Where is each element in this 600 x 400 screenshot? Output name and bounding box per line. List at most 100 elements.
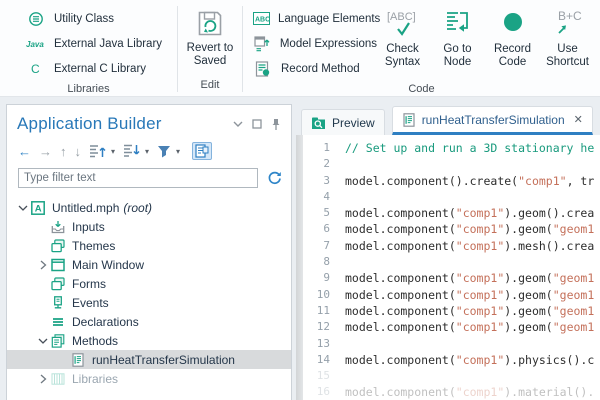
button-label: Check Syntax <box>379 43 426 69</box>
external-java-library-button[interactable]: Java External Java Library <box>0 31 177 56</box>
line-number: 14 <box>303 352 330 368</box>
code-line[interactable]: 5model.component("comp1").geom().crea <box>296 205 600 221</box>
filter-funnel-icon[interactable] <box>157 145 171 158</box>
tree-item-themes[interactable]: Themes <box>7 236 291 255</box>
code-line[interactable]: 12model.component("comp1").geom("geom1 <box>296 319 600 335</box>
code-token-string: "geom1 <box>553 288 595 302</box>
panel-menu-chevron-icon[interactable] <box>233 120 243 128</box>
line-number: 12 <box>303 319 330 335</box>
button-label: Model Expressions <box>280 38 377 50</box>
float-window-icon[interactable] <box>252 119 262 129</box>
tree-item-main-window[interactable]: Main Window <box>7 255 291 274</box>
use-shortcut-button[interactable]: B+C Use Shortcut <box>542 0 593 81</box>
code-token-code: model.component( <box>345 271 456 285</box>
line-text: model.component("comp1").material(). <box>345 384 594 400</box>
tree-item-label: Inputs <box>72 220 105 234</box>
tree-item-runheattransfersimulation[interactable]: runHeatTransferSimulation <box>7 350 291 369</box>
application-builder-panel: Application Builder ← → ↑ ↓ ▾ ▾ ▾ AUntit… <box>6 104 292 400</box>
themes-icon <box>51 239 66 253</box>
libraries-icon <box>51 372 66 386</box>
code-line[interactable]: 2 <box>296 156 600 172</box>
line-text: model.component("comp1").physics().c <box>345 352 594 368</box>
tree-item-label: Forms <box>72 277 106 291</box>
tree-item-untitled-mph[interactable]: AUntitled.mph(root) <box>7 198 291 217</box>
code-token-code: model.component( <box>345 320 456 334</box>
tree-item-forms[interactable]: Forms <box>7 274 291 293</box>
pin-icon[interactable] <box>271 118 281 131</box>
code-line[interactable]: 4 <box>296 189 600 205</box>
back-arrow-icon[interactable]: ← <box>18 145 31 158</box>
go-to-node-button[interactable]: Go to Node <box>432 0 483 81</box>
chevron-right-icon[interactable] <box>35 260 51 270</box>
code-token-string: "comp1" <box>456 353 504 367</box>
record-code-button[interactable]: Record Code <box>487 0 538 81</box>
code-line[interactable]: 11model.component("comp1").geom("geom1 <box>296 303 600 319</box>
code-token-string: "geom1 <box>553 271 595 285</box>
move-up-arrow-icon[interactable]: ↑ <box>60 145 67 158</box>
code-token-code: model.component( <box>345 222 456 236</box>
external-c-library-button[interactable]: C External C Library <box>0 56 177 81</box>
tab-preview[interactable]: Preview <box>301 109 385 135</box>
code-line[interactable]: 9model.component("comp1").geom("geom1 <box>296 270 600 286</box>
move-down-arrow-icon[interactable]: ↓ <box>75 145 82 158</box>
utility-class-icon <box>26 11 46 27</box>
line-number: 4 <box>303 189 330 205</box>
code-line[interactable]: 16 model.component("comp1").material(). <box>296 384 600 400</box>
code-line[interactable]: 1// Set up and run a 3D stationary he <box>296 140 600 156</box>
code-line[interactable]: 10model.component("comp1").geom("geom1 <box>296 287 600 303</box>
line-number: 6 <box>303 221 330 237</box>
chevron-right-icon[interactable] <box>35 374 51 384</box>
code-line[interactable]: 14 model.component("comp1").physics().c <box>296 352 600 368</box>
code-line[interactable]: 15 <box>296 368 600 384</box>
code-line[interactable]: 13 <box>296 336 600 352</box>
code-token-code: model.component().create( <box>345 174 518 188</box>
line-number: 10 <box>303 287 330 303</box>
tree-item-inputs[interactable]: Inputs <box>7 217 291 236</box>
dropdown-caret-icon[interactable]: ▾ <box>176 147 180 156</box>
record-method-button[interactable]: Record Method <box>243 56 377 81</box>
tab-runheattransfersimulation[interactable]: runHeatTransferSimulation✕ <box>392 106 593 135</box>
show-all-toggle-button[interactable] <box>192 142 212 160</box>
code-token-code: model.component( <box>345 385 456 399</box>
code-token-code: model.component( <box>345 353 456 367</box>
tree-item-libraries[interactable]: Libraries <box>7 369 291 388</box>
tree-item-methods[interactable]: Methods <box>7 331 291 350</box>
tree-item-declarations[interactable]: Declarations <box>7 312 291 331</box>
go-to-node-icon <box>443 5 473 41</box>
tree-item-label: Events <box>72 296 109 310</box>
code-line[interactable]: 6 model.component("comp1").geom("geom1 <box>296 221 600 237</box>
line-text: model.component().create("comp1", tr <box>345 173 594 189</box>
section-label-edit: Edit <box>201 77 220 96</box>
model-expressions-button[interactable]: Model Expressions <box>243 31 377 56</box>
revert-to-saved-button[interactable]: Revert to Saved <box>181 0 239 68</box>
code-line[interactable]: 3 model.component().create("comp1", tr <box>296 173 600 189</box>
record-method-icon <box>253 61 273 77</box>
refresh-icon[interactable] <box>267 171 282 185</box>
filter-input[interactable] <box>18 168 258 188</box>
line-number: 9 <box>303 270 330 286</box>
line-number: 16 <box>303 384 330 400</box>
chevron-down-icon[interactable] <box>15 204 31 212</box>
code-token-code: ).geom( <box>504 271 552 285</box>
code-token-code: model.component( <box>345 239 456 253</box>
dropdown-caret-icon[interactable]: ▾ <box>111 147 115 156</box>
tab-label: Preview <box>332 116 375 130</box>
tree-item-events[interactable]: Events <box>7 293 291 312</box>
code-token-code: ).geom( <box>504 320 552 334</box>
forward-arrow-icon[interactable]: → <box>39 145 52 158</box>
code-line[interactable]: 8 <box>296 254 600 270</box>
close-tab-icon[interactable]: ✕ <box>574 113 583 126</box>
chevron-down-icon[interactable] <box>35 337 51 345</box>
code-token-string: "comp1" <box>456 304 504 318</box>
line-text: model.component("comp1").geom().crea <box>345 205 594 221</box>
line-number: 3 <box>303 173 330 189</box>
check-syntax-button[interactable]: [ABC] Check Syntax <box>377 0 428 81</box>
expand-list-icon[interactable] <box>123 144 140 158</box>
line-text: model.component("comp1").geom("geom1 <box>345 221 594 237</box>
dropdown-caret-icon[interactable]: ▾ <box>145 147 149 156</box>
code-editor[interactable]: 1// Set up and run a 3D stationary he23m… <box>296 135 600 400</box>
collapse-list-icon[interactable] <box>89 144 106 158</box>
language-elements-button[interactable]: ABC Language Elements <box>243 6 377 31</box>
utility-class-button[interactable]: Utility Class <box>0 6 177 31</box>
code-line[interactable]: 7model.component("comp1").mesh().crea <box>296 238 600 254</box>
